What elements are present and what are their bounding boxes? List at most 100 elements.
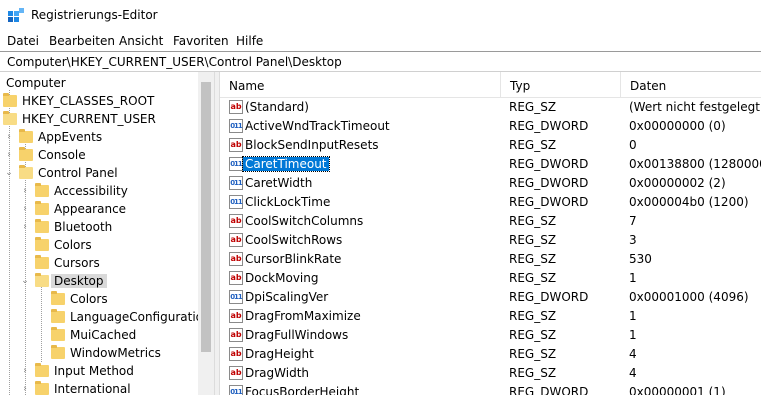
tree-item-languageconfiguration[interactable]: LanguageConfiguration — [0, 308, 211, 326]
table-row[interactable]: ab CoolSwitchRows REG_SZ 3 — [220, 231, 761, 250]
address-bar[interactable]: Computer\HKEY_CURRENT_USER\Control Panel… — [0, 51, 761, 72]
table-row[interactable]: ab CursorBlinkRate REG_SZ 530 — [220, 250, 761, 269]
folder-icon — [51, 309, 65, 323]
value-name[interactable]: ClickLockTime — [245, 195, 330, 209]
tree-item-label: Desktop — [51, 274, 107, 288]
tree-item-label: WindowMetrics — [70, 346, 161, 360]
string-value-icon: ab — [229, 271, 243, 285]
chevron-down-icon[interactable]: ⌄ — [5, 169, 13, 178]
string-value-icon: ab — [229, 233, 243, 247]
tree-item-computer[interactable]: Computer — [0, 74, 198, 92]
table-row[interactable]: ab CoolSwitchColumns REG_SZ 7 — [220, 212, 761, 231]
tree-item-label: MuiCached — [70, 328, 137, 342]
chevron-down-icon[interactable]: ⌄ — [21, 277, 29, 286]
table-row[interactable]: 011 ActiveWndTrackTimeout REG_DWORD 0x00000… — [220, 117, 761, 136]
tree-item-bluetooth[interactable]: › Bluetooth — [0, 218, 198, 236]
tree-item-label: Accessibility — [54, 184, 128, 198]
chevron-right-icon[interactable]: › — [21, 205, 29, 214]
tree-item-hkey-classes-root[interactable]: HKEY_CLASSES_ROOT — [0, 92, 198, 110]
value-name[interactable]: BlockSendInputResets — [245, 138, 379, 152]
tree-item-windowmetrics[interactable]: WindowMetrics — [0, 344, 198, 362]
value-name[interactable]: DpiScalingVer — [245, 290, 328, 304]
value-type: REG_SZ — [509, 100, 557, 114]
tree-item-appearance[interactable]: › Appearance — [0, 200, 198, 218]
tree-item-cursors[interactable]: Cursors — [0, 254, 198, 272]
value-name[interactable]: CaretWidth — [245, 176, 312, 190]
table-row[interactable]: ab DockMoving REG_SZ 1 — [220, 269, 761, 288]
column-header-type[interactable]: Typ — [500, 72, 620, 98]
value-name[interactable]: CoolSwitchRows — [245, 233, 342, 247]
table-row[interactable]: ab DragFullWindows REG_SZ 1 — [220, 326, 761, 345]
value-type: REG_SZ — [509, 252, 557, 266]
menu-view[interactable]: Ansicht — [119, 34, 163, 48]
value-name[interactable]: CursorBlinkRate — [245, 252, 341, 266]
folder-icon — [35, 183, 49, 197]
value-type: REG_SZ — [509, 138, 557, 152]
string-value-icon: ab — [229, 309, 243, 323]
chevron-right-icon[interactable]: › — [21, 223, 29, 232]
tree-scrollbar[interactable] — [198, 72, 214, 395]
tree-item-colors[interactable]: Colors — [0, 236, 198, 254]
menu-help[interactable]: Hilfe — [236, 34, 263, 48]
table-row[interactable]: 011 CaretWidth REG_DWORD 0x00000002 (2) — [220, 174, 761, 193]
column-header-data[interactable]: Daten — [620, 72, 761, 98]
chevron-right-icon[interactable]: › — [5, 133, 13, 142]
table-row[interactable]: ab (Standard) REG_SZ (Wert nicht festgelegt… — [220, 98, 761, 117]
tree-item-label: Control Panel — [38, 166, 118, 180]
value-name[interactable]: CoolSwitchColumns — [245, 214, 363, 228]
value-name[interactable]: ActiveWndTrackTimeout — [245, 119, 390, 133]
tree-item-input-method[interactable]: › Input Method — [0, 362, 198, 380]
tree-item-desktop-colors[interactable]: Colors — [0, 290, 198, 308]
list-header: Name Typ Daten — [220, 72, 761, 98]
value-name[interactable]: (Standard) — [245, 100, 309, 114]
table-row[interactable]: 011 ClickLockTime REG_DWORD 0x000004b0 (120… — [220, 193, 761, 212]
menu-favorites[interactable]: Favoriten — [173, 34, 229, 48]
tree-item-control-panel[interactable]: ⌄ Control Panel — [0, 164, 198, 182]
value-name[interactable]: DragFromMaximize — [245, 309, 361, 323]
tree-item-international[interactable]: › International — [0, 380, 198, 395]
address-path[interactable]: Computer\HKEY_CURRENT_USER\Control Panel… — [7, 55, 342, 69]
value-name[interactable]: CaretTimeout — [242, 156, 330, 172]
binary-value-icon: 011 — [229, 195, 243, 209]
table-row[interactable]: ab DragHeight REG_SZ 4 — [220, 345, 761, 364]
tree-item-muicached[interactable]: MuiCached — [0, 326, 198, 344]
tree-item-accessibility[interactable]: › Accessibility — [0, 182, 198, 200]
column-header-name[interactable]: Name — [220, 72, 500, 98]
tree-item-label: Colors — [70, 292, 108, 306]
table-row[interactable]: 011 CaretTimeout REG_DWORD 0x00138800 (1280… — [220, 155, 761, 174]
menu-file[interactable]: Datei — [7, 34, 39, 48]
tree-item-desktop[interactable]: ⌄ Desktop — [0, 272, 198, 290]
tree-item-console[interactable]: › Console — [0, 146, 198, 164]
folder-icon — [35, 237, 49, 251]
chevron-right-icon[interactable]: › — [21, 187, 29, 196]
table-row[interactable]: ab DragFromMaximize REG_SZ 1 — [220, 307, 761, 326]
string-value-icon: ab — [229, 252, 243, 266]
value-name[interactable]: FocusBorderHeight — [245, 385, 359, 395]
table-row[interactable]: 011 DpiScalingVer REG_DWORD 0x00001000 (409… — [220, 288, 761, 307]
tree-item-appevents[interactable]: › AppEvents — [0, 128, 198, 146]
chevron-right-icon[interactable]: › — [5, 151, 13, 160]
title-bar: Registrierungs-Editor — [0, 0, 761, 31]
chevron-right-icon[interactable]: › — [21, 367, 29, 376]
tree-scrollbar-thumb[interactable] — [201, 82, 211, 352]
value-name[interactable]: DragWidth — [245, 366, 309, 380]
table-row[interactable]: 011 FocusBorderHeight REG_DWORD 0x00000001 … — [220, 383, 761, 395]
value-list[interactable]: Name Typ Daten ab (Standard) REG_SZ (Wert n… — [220, 72, 761, 395]
value-name[interactable]: DragFullWindows — [245, 328, 348, 342]
chevron-right-icon[interactable]: › — [21, 385, 29, 394]
table-row[interactable]: ab BlockSendInputResets REG_SZ 0 — [220, 136, 761, 155]
tree-item-hkey-current-user[interactable]: HKEY_CURRENT_USER — [0, 110, 198, 128]
value-type: REG_DWORD — [509, 290, 589, 304]
tree-item-label: Cursors — [54, 256, 100, 270]
table-row[interactable]: ab DragWidth REG_SZ 4 — [220, 364, 761, 383]
value-name[interactable]: DockMoving — [245, 271, 318, 285]
folder-icon — [51, 327, 65, 341]
value-data: 0x00138800 (1280000) — [629, 157, 761, 171]
value-type: REG_SZ — [509, 214, 557, 228]
key-tree[interactable]: Computer HKEY_CLASSES_ROOT HKEY_CURRENT_… — [0, 72, 214, 395]
binary-value-icon: 011 — [229, 290, 243, 304]
menu-edit[interactable]: Bearbeiten — [49, 34, 115, 48]
value-name[interactable]: DragHeight — [245, 347, 314, 361]
value-data: 1 — [629, 328, 637, 342]
tree-item-label: Console — [38, 148, 86, 162]
